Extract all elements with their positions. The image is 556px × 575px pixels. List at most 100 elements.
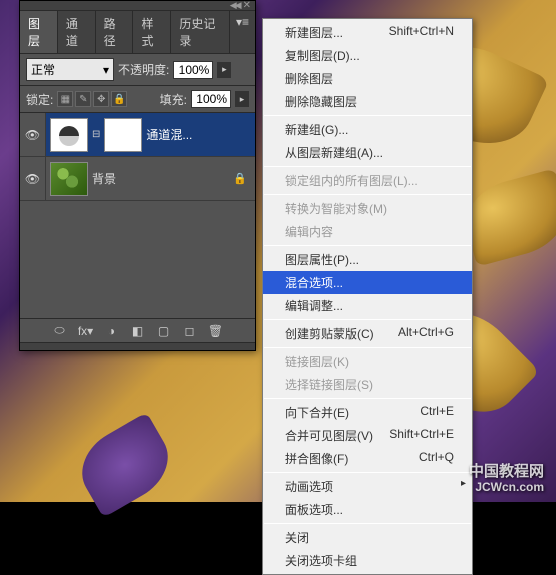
link-layers-icon[interactable]: ⬭ [51, 323, 69, 338]
menu-item-label: 创建剪贴蒙版(C) [285, 325, 374, 342]
menu-item[interactable]: 复制图层(D)... [263, 44, 472, 67]
opacity-input[interactable]: 100% [173, 61, 213, 79]
blend-mode-value: 正常 [31, 61, 55, 78]
trash-icon[interactable]: 🗑 [207, 324, 225, 338]
blend-row: 正常 ▾ 不透明度: 100% ▸ [20, 54, 255, 85]
menu-item-label: 复制图层(D)... [285, 47, 360, 64]
menu-item-label: 关闭 [285, 529, 309, 546]
menu-item[interactable]: 合并可见图层(V) Shift+Ctrl+E [263, 424, 472, 447]
menu-item[interactable]: 拼合图像(F) Ctrl+Q [263, 447, 472, 470]
mask-thumb [104, 118, 142, 152]
tab-paths[interactable]: 路径 [96, 11, 134, 53]
layer-name: 背景 [92, 170, 229, 187]
menu-item[interactable]: 从图层新建组(A)... [263, 141, 472, 164]
watermark-cn: 中国教程网 [469, 464, 544, 481]
lock-all-icon[interactable]: 🔒 [111, 91, 127, 107]
panel-menu-icon[interactable]: ▾≡ [230, 11, 255, 53]
watermark: 中国教程网 JCWcn.com [469, 464, 544, 494]
menu-item[interactable]: 向下合并(E) Ctrl+E [263, 401, 472, 424]
tab-channels[interactable]: 通道 [58, 11, 96, 53]
resize-handle[interactable] [20, 342, 255, 350]
visibility-icon[interactable]: 👁 [20, 113, 46, 156]
layer-row[interactable]: 👁 背景 🔒 [20, 157, 255, 201]
menu-separator [264, 523, 471, 524]
layer-name: 通道混... [146, 126, 251, 143]
menu-item-label: 向下合并(E) [285, 404, 349, 421]
mask-icon[interactable]: ◑ [103, 324, 121, 338]
context-menu: 新建图层...Shift+Ctrl+N复制图层(D)...删除图层删除隐藏图层新… [262, 18, 473, 575]
menu-item: 选择链接图层(S) [263, 373, 472, 396]
blend-mode-dropdown[interactable]: 正常 ▾ [26, 58, 114, 81]
opacity-slider-icon[interactable]: ▸ [217, 62, 231, 78]
chevron-down-icon: ▾ [103, 63, 109, 77]
menu-item-label: 编辑内容 [285, 223, 333, 240]
menu-separator [264, 319, 471, 320]
menu-item-label: 链接图层(K) [285, 353, 349, 370]
menu-item-label: 面板选项... [285, 501, 343, 518]
menu-shortcut: Alt+Ctrl+G [398, 325, 454, 342]
menu-item[interactable]: 面板选项... [263, 498, 472, 521]
adjustment-icon[interactable]: ◧ [129, 324, 147, 338]
menu-item-label: 新建图层... [285, 24, 343, 41]
menu-item: 转换为智能对象(M) [263, 197, 472, 220]
menu-item[interactable]: 图层属性(P)... [263, 248, 472, 271]
adjustment-thumb [50, 118, 88, 152]
menu-item[interactable]: 删除图层 [263, 67, 472, 90]
group-icon[interactable]: ▢ [155, 324, 173, 338]
menu-item-label: 锁定组内的所有图层(L)... [285, 172, 418, 189]
menu-item[interactable]: 动画选项 [263, 475, 472, 498]
tab-styles[interactable]: 样式 [133, 11, 171, 53]
layers-panel: ◀◀ ✕ 图层 通道 路径 样式 历史记录 ▾≡ 正常 ▾ 不透明度: 100% … [19, 0, 256, 351]
menu-item-label: 动画选项 [285, 478, 333, 495]
menu-item-label: 拼合图像(F) [285, 450, 348, 467]
menu-item-label: 选择链接图层(S) [285, 376, 373, 393]
menu-separator [264, 115, 471, 116]
menu-item[interactable]: 关闭 [263, 526, 472, 549]
menu-separator [264, 472, 471, 473]
layer-row[interactable]: 👁 ⊟ 通道混... [20, 113, 255, 157]
menu-item[interactable]: 关闭选项卡组 [263, 549, 472, 572]
menu-item[interactable]: 创建剪贴蒙版(C) Alt+Ctrl+G [263, 322, 472, 345]
menu-item-label: 从图层新建组(A)... [285, 144, 383, 161]
lock-pixels-icon[interactable]: ✎ [75, 91, 91, 107]
menu-item: 锁定组内的所有图层(L)... [263, 169, 472, 192]
menu-item[interactable]: 编辑调整... [263, 294, 472, 317]
lock-position-icon[interactable]: ✥ [93, 91, 109, 107]
new-layer-icon[interactable]: ◻ [181, 324, 199, 338]
layer-content[interactable]: 背景 🔒 [46, 157, 255, 200]
fill-input[interactable]: 100% [191, 90, 231, 108]
menu-separator [264, 347, 471, 348]
menu-item-label: 转换为智能对象(M) [285, 200, 387, 217]
panel-footer: ⬭ fx▾ ◑ ◧ ▢ ◻ 🗑 [20, 319, 255, 342]
tab-history[interactable]: 历史记录 [171, 11, 230, 53]
menu-separator [264, 194, 471, 195]
menu-item[interactable]: 混合选项... [263, 271, 472, 294]
close-icon[interactable]: ✕ [243, 0, 251, 11]
layer-thumb [50, 162, 88, 196]
fx-icon[interactable]: fx▾ [77, 324, 95, 338]
opacity-label: 不透明度: [118, 61, 169, 78]
tab-layers[interactable]: 图层 [20, 11, 58, 53]
layer-list-empty[interactable] [20, 201, 255, 319]
menu-item[interactable]: 新建图层... Shift+Ctrl+N [263, 21, 472, 44]
menu-item-label: 编辑调整... [285, 297, 343, 314]
menu-item-label: 合并可见图层(V) [285, 427, 373, 444]
menu-item-label: 图层属性(P)... [285, 251, 359, 268]
lock-indicator-icon: 🔒 [233, 172, 247, 185]
menu-shortcut: Ctrl+E [420, 404, 454, 421]
menu-item: 链接图层(K) [263, 350, 472, 373]
menu-shortcut: Shift+Ctrl+N [389, 24, 454, 41]
menu-item[interactable]: 删除隐藏图层 [263, 90, 472, 113]
layer-content[interactable]: ⊟ 通道混... [46, 113, 255, 156]
menu-shortcut: Ctrl+Q [419, 450, 454, 467]
link-icon: ⊟ [92, 129, 100, 140]
menu-item-label: 删除隐藏图层 [285, 93, 357, 110]
lock-transparency-icon[interactable]: ▦ [57, 91, 73, 107]
menu-item[interactable]: 新建组(G)... [263, 118, 472, 141]
menu-shortcut: Shift+Ctrl+E [389, 427, 454, 444]
menu-separator [264, 398, 471, 399]
visibility-icon[interactable]: 👁 [20, 157, 46, 200]
fill-slider-icon[interactable]: ▸ [235, 91, 249, 107]
panel-titlebar[interactable]: ◀◀ ✕ [20, 1, 255, 11]
collapse-icon[interactable]: ◀◀ [230, 0, 240, 11]
